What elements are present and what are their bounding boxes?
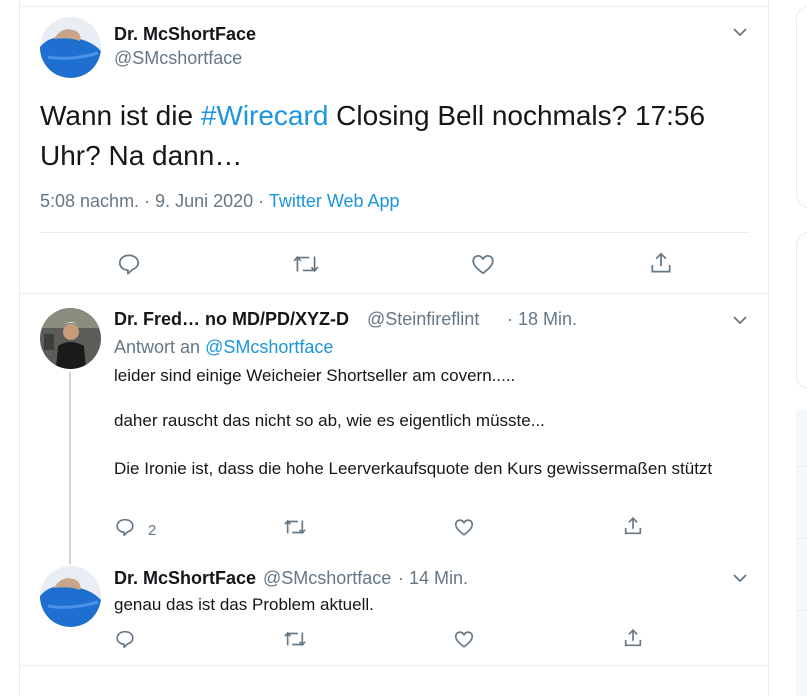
avatar[interactable]: [40, 566, 101, 627]
divider: [20, 6, 768, 7]
avatar[interactable]: [40, 17, 101, 78]
meta-separator: ·: [253, 191, 269, 211]
chevron-down-icon[interactable]: [730, 22, 750, 42]
like-icon[interactable]: [453, 628, 475, 650]
divider: [20, 293, 768, 294]
chevron-down-icon[interactable]: [730, 568, 750, 588]
divider: [40, 232, 750, 233]
author-name[interactable]: Dr. McShortFace: [114, 568, 256, 589]
tweet-text-line: daher rauscht das nicht so ab, wie es ei…: [114, 411, 545, 430]
hashtag-link[interactable]: #Wirecard: [201, 100, 329, 131]
avatar[interactable]: [40, 308, 101, 369]
author-handle[interactable]: @SMcshortface: [114, 48, 242, 69]
reply-icon[interactable]: [114, 516, 136, 538]
author-handle[interactable]: @SMcshortface: [263, 568, 391, 589]
share-icon[interactable]: [622, 515, 644, 537]
divider: [20, 665, 768, 666]
author-handle[interactable]: @Steinfireflint: [367, 309, 479, 330]
tweet-text-line: leider sind einige Weicheier Shortseller…: [114, 366, 516, 385]
reply-to-link[interactable]: @SMcshortface: [205, 337, 333, 357]
like-icon[interactable]: [470, 251, 496, 277]
reply-icon[interactable]: [114, 628, 136, 650]
retweet-icon[interactable]: [282, 516, 308, 538]
tweet-text: Wann ist die #Wirecard Closing Bell noch…: [40, 96, 740, 176]
author-name[interactable]: Dr. Fred… no MD/PD/XYZ-D: [114, 309, 349, 330]
tweet-text-start: Wann ist die: [40, 100, 201, 131]
sidebar-panel: [796, 232, 807, 389]
share-icon[interactable]: [622, 627, 644, 649]
tweet-text-line: genau das ist das Problem aktuell.: [114, 595, 374, 614]
share-icon[interactable]: [648, 250, 674, 276]
retweet-icon[interactable]: [291, 251, 321, 277]
tweet-time[interactable]: · 14 Min.: [398, 568, 468, 589]
retweet-icon[interactable]: [282, 628, 308, 650]
reply-icon[interactable]: [116, 251, 142, 277]
divider: [796, 610, 807, 611]
like-icon[interactable]: [453, 516, 475, 538]
sidebar-panel: [796, 6, 807, 208]
sidebar-panel: [796, 410, 807, 696]
reply-prefix: Antwort an: [114, 337, 201, 357]
tweet-text-line: Die Ironie ist, dass die hohe Leerverkau…: [114, 459, 713, 478]
divider: [796, 538, 807, 539]
timeline-column: Dr. McShortFace @SMcshortface Wann ist d…: [19, 0, 769, 696]
reply-context: Antwort an @SMcshortface: [114, 337, 333, 358]
chevron-down-icon[interactable]: [730, 310, 750, 330]
source-link[interactable]: Twitter Web App: [269, 191, 400, 211]
timestamp[interactable]: 5:08 nachm. · 9. Juni 2020: [40, 191, 253, 211]
tweet-meta: 5:08 nachm. · 9. Juni 2020 · Twitter Web…: [40, 191, 400, 212]
thread-connector: [69, 372, 71, 564]
reply-count: 2: [148, 522, 157, 539]
tweet-time[interactable]: · 18 Min.: [507, 309, 577, 330]
author-name[interactable]: Dr. McShortFace: [114, 24, 256, 45]
divider: [796, 466, 807, 467]
